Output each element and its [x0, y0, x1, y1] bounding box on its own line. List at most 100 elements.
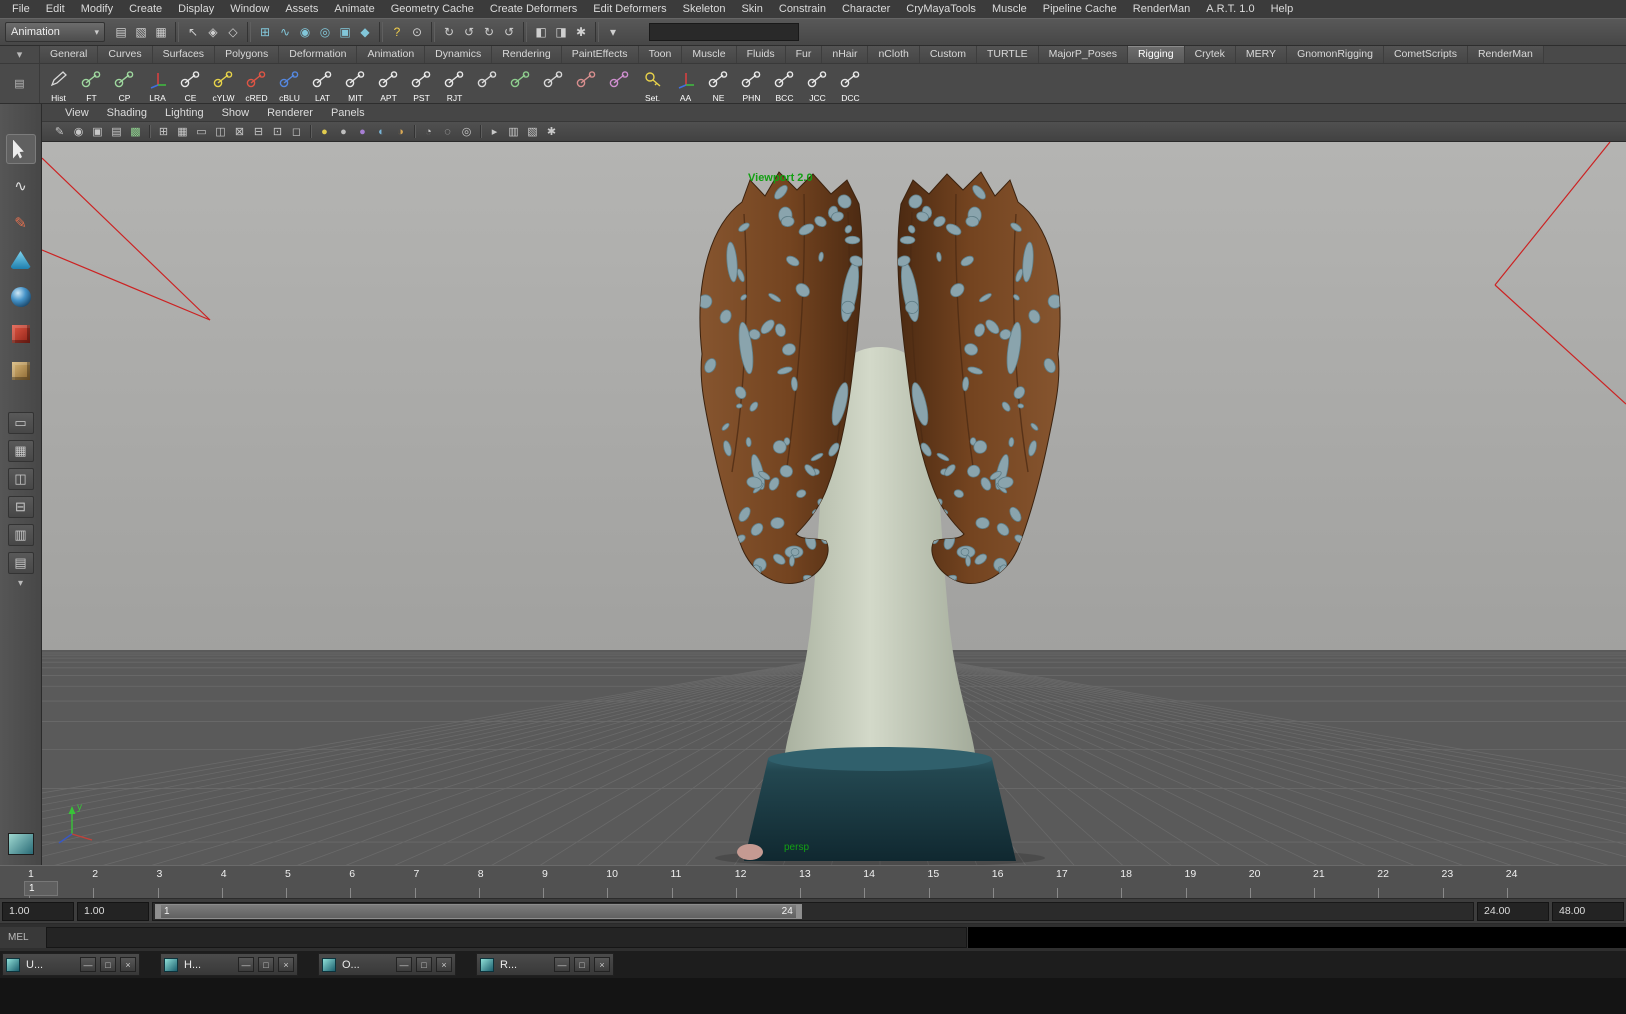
highlight-selection-icon[interactable]: ⊙ — [407, 22, 427, 42]
shelf-tab-muscle[interactable]: Muscle — [682, 46, 737, 63]
menuset-dropdown[interactable]: Animation ▾ — [5, 22, 105, 42]
move-tool[interactable] — [6, 245, 36, 275]
menu-display[interactable]: Display — [170, 2, 222, 16]
shelf-button-tool-18[interactable] — [603, 65, 636, 103]
taskbar-window-2[interactable]: H... — □ × — [160, 953, 298, 976]
safe-title-icon[interactable]: ◻ — [287, 124, 306, 140]
minimize-icon[interactable]: — — [80, 957, 96, 972]
panel-menu-renderer[interactable]: Renderer — [258, 106, 322, 120]
lasso-tool[interactable]: ∿ — [6, 171, 36, 201]
minimize-icon[interactable]: — — [554, 957, 570, 972]
shelf-tab-painteffects[interactable]: PaintEffects — [561, 46, 639, 63]
history-toggle-icon[interactable]: ↻ — [479, 22, 499, 42]
shelf-button-cp[interactable]: CP — [108, 65, 141, 103]
shelf-button-tool-15[interactable] — [504, 65, 537, 103]
menu-window[interactable]: Window — [222, 2, 277, 16]
shelf-tab-cometscripts[interactable]: CometScripts — [1383, 46, 1468, 63]
shelf-button-rjt[interactable]: RJT — [438, 65, 471, 103]
scene-view-icon[interactable]: ▸ — [485, 124, 504, 140]
shelf-tab-dynamics[interactable]: Dynamics — [425, 46, 493, 63]
shelf-button-ce[interactable]: CE — [174, 65, 207, 103]
menu-geometry-cache[interactable]: Geometry Cache — [383, 2, 482, 16]
menu-assets[interactable]: Assets — [277, 2, 326, 16]
layout-more-arrow[interactable]: ▾ — [18, 578, 23, 589]
paint-select-tool[interactable]: ✎ — [6, 208, 36, 238]
menu-renderman[interactable]: RenderMan — [1125, 2, 1198, 16]
shelf-tab-deformation[interactable]: Deformation — [279, 46, 358, 63]
shelf-tab-mery[interactable]: MERY — [1235, 46, 1288, 63]
command-line-mode-label[interactable]: MEL — [0, 927, 46, 948]
shelf-tab-toon[interactable]: Toon — [638, 46, 683, 63]
shelf-tab-majorp-poses[interactable]: MajorP_Poses — [1038, 46, 1128, 63]
lighting-none-icon[interactable]: ● — [353, 124, 372, 140]
shelf-tab-rendering[interactable]: Rendering — [492, 46, 562, 63]
shelf-button-jcc[interactable]: JCC — [801, 65, 834, 103]
render-settings-icon[interactable]: ✱ — [571, 22, 591, 42]
menu-constrain[interactable]: Constrain — [771, 2, 834, 16]
share-icon[interactable]: ✱ — [542, 124, 561, 140]
snap-projected-center-icon[interactable]: ◎ — [315, 22, 335, 42]
safe-action-icon[interactable]: ⊡ — [268, 124, 287, 140]
panel-menu-view[interactable]: View — [56, 106, 98, 120]
layout-two-pane-stacked[interactable]: ⊟ — [7, 496, 34, 518]
shelf-button-aa[interactable]: AA — [669, 65, 702, 103]
numeric-input-field[interactable] — [649, 23, 799, 41]
shelf-button-set[interactable]: Set. — [636, 65, 669, 103]
close-icon[interactable]: × — [594, 957, 610, 972]
shelf-tab-rigging[interactable]: Rigging — [1127, 46, 1185, 63]
lighting-all-icon[interactable]: ● — [315, 124, 334, 140]
close-icon[interactable]: × — [436, 957, 452, 972]
playback-start-field[interactable] — [77, 901, 149, 921]
shelf-tab-turtle[interactable]: TURTLE — [977, 46, 1039, 63]
film-gate-icon[interactable]: ▭ — [192, 124, 211, 140]
shelf-tab-nhair[interactable]: nHair — [822, 46, 869, 63]
minimize-icon[interactable]: — — [238, 957, 254, 972]
snap-curve-icon[interactable]: ∿ — [275, 22, 295, 42]
panel-menu-shading[interactable]: Shading — [98, 106, 156, 120]
layout-single-pane[interactable]: ▭ — [7, 412, 34, 434]
new-scene-icon[interactable]: ▤ — [111, 22, 131, 42]
panel-menu-show[interactable]: Show — [213, 106, 259, 120]
animation-end-field[interactable] — [1552, 901, 1624, 921]
snap-point-icon[interactable]: ◉ — [295, 22, 315, 42]
shelf-tab-ncloth[interactable]: nCloth — [868, 46, 920, 63]
minimize-icon[interactable]: — — [396, 957, 412, 972]
xray-icon[interactable]: ◌ — [438, 124, 457, 140]
shelf-button-tool-17[interactable] — [570, 65, 603, 103]
menu-create[interactable]: Create — [121, 2, 170, 16]
shadows-icon[interactable]: ◐ — [372, 124, 391, 140]
layout-pane-graph[interactable]: ▤ — [7, 552, 34, 574]
gate-mask-icon[interactable]: ⊠ — [230, 124, 249, 140]
menu-file[interactable]: File — [4, 2, 38, 16]
bookmarks-icon[interactable]: ▤ — [107, 124, 126, 140]
menu-crymayatools[interactable]: CryMayaTools — [898, 2, 984, 16]
panel-menu-panels[interactable]: Panels — [322, 106, 374, 120]
shelf-button-cred[interactable]: cRED — [240, 65, 273, 103]
menu-edit[interactable]: Edit — [38, 2, 73, 16]
shelf-button-apt[interactable]: APT — [372, 65, 405, 103]
menu-pipeline-cache[interactable]: Pipeline Cache — [1035, 2, 1125, 16]
hypergraph-toggle-icon[interactable]: ▧ — [523, 124, 542, 140]
snap-grid-icon[interactable]: ⊞ — [255, 22, 275, 42]
shelf-button-cblu[interactable]: cBLU — [273, 65, 306, 103]
help-icon[interactable]: ? — [387, 22, 407, 42]
shelf-button-dcc[interactable]: DCC — [834, 65, 867, 103]
ssao-icon[interactable]: ◑ — [391, 124, 410, 140]
shelf-button-phn[interactable]: PHN — [735, 65, 768, 103]
shelf-tab-curves[interactable]: Curves — [98, 46, 153, 63]
layout-four-pane[interactable]: ▦ — [7, 440, 34, 462]
shelf-tab-gnomonrigging[interactable]: GnomonRigging — [1287, 46, 1384, 63]
range-slider-track[interactable]: 1 24 — [152, 901, 1474, 921]
shelf-tab-custom[interactable]: Custom — [919, 46, 978, 63]
shelf-button-pst[interactable]: PST — [405, 65, 438, 103]
resolution-gate-icon[interactable]: ◫ — [211, 124, 230, 140]
make-live-icon[interactable]: ◆ — [355, 22, 375, 42]
animation-start-field[interactable] — [2, 901, 74, 921]
xray-joints-icon[interactable]: ◎ — [457, 124, 476, 140]
grease-pencil-icon[interactable]: ✎ — [50, 124, 69, 140]
camera-select-icon[interactable]: ◉ — [69, 124, 88, 140]
restore-icon[interactable]: □ — [574, 957, 590, 972]
panel-menu-lighting[interactable]: Lighting — [156, 106, 213, 120]
snap-view-plane-icon[interactable]: ▣ — [335, 22, 355, 42]
shelf-tab-renderman[interactable]: RenderMan — [1467, 46, 1544, 63]
